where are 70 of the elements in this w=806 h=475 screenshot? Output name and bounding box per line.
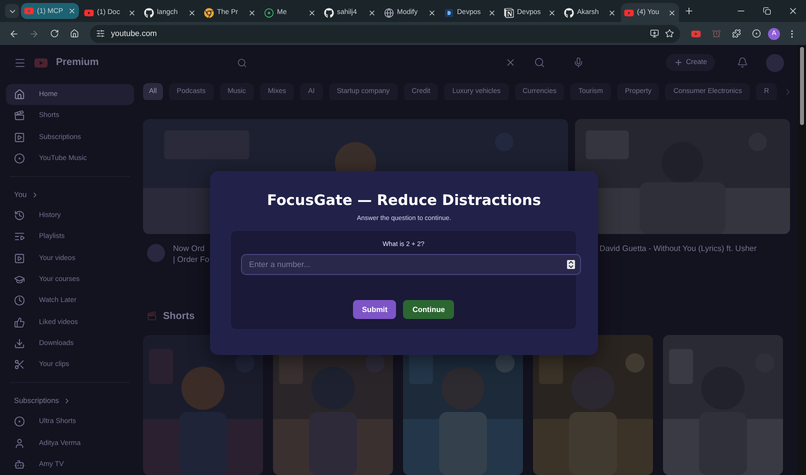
plus-icon <box>684 6 694 16</box>
youtube-logo-icon <box>624 8 634 18</box>
person-icon <box>14 438 25 449</box>
play-square-icon <box>14 132 25 143</box>
video-title[interactable]: | Order Fo <box>173 255 210 264</box>
search-icon[interactable] <box>534 57 545 68</box>
circle-icon <box>752 29 760 38</box>
github-logo-icon <box>144 8 154 18</box>
close-icon[interactable] <box>488 8 496 16</box>
close-icon[interactable] <box>668 8 676 16</box>
circle-icon <box>14 153 25 164</box>
house-icon <box>70 29 78 38</box>
address-bar[interactable]: youtube.com <box>90 24 680 42</box>
house-icon <box>14 89 25 100</box>
circle-icon <box>14 416 25 428</box>
youtube-logo-icon <box>691 28 701 38</box>
d-logo-icon <box>444 8 454 18</box>
mic-icon[interactable] <box>572 57 584 68</box>
search-icon[interactable] <box>236 58 247 68</box>
notion-logo-icon <box>504 8 514 18</box>
close-icon[interactable] <box>308 8 316 16</box>
clapperboard-icon <box>14 110 25 122</box>
github-logo-icon <box>324 8 334 18</box>
shorts-icon <box>147 311 157 322</box>
close-icon[interactable] <box>368 8 376 16</box>
bell-icon[interactable] <box>737 57 748 68</box>
download-icon <box>14 338 25 349</box>
video-title[interactable]: Now Ord <box>173 244 210 254</box>
video-title[interactable]: David Guetta - Without You (Lyrics) ft. Usher <box>600 244 757 254</box>
alarm-clock-icon <box>712 29 720 38</box>
youtube-logo-icon <box>24 6 34 16</box>
site-info-icon[interactable] <box>96 29 105 38</box>
thumbs-up-icon <box>14 316 25 328</box>
puzzle-icon <box>732 29 740 38</box>
close-icon[interactable] <box>428 8 436 16</box>
scrollbar[interactable] <box>798 45 806 475</box>
close-icon[interactable] <box>248 8 256 16</box>
close-icon <box>788 6 798 16</box>
plus-icon <box>674 58 683 67</box>
arrow-right-icon <box>29 28 39 38</box>
scissors-icon <box>14 359 25 370</box>
globe-icon <box>384 8 394 18</box>
chrome-logo-icon <box>204 8 214 18</box>
tab-list-button[interactable] <box>5 4 19 18</box>
clock-icon <box>14 295 25 306</box>
install-icon[interactable] <box>650 29 659 38</box>
spinner-icon[interactable] <box>567 260 575 269</box>
history-icon <box>14 210 25 222</box>
restore-icon <box>763 7 771 15</box>
number-field[interactable]: Enter a number... <box>241 254 581 275</box>
close-icon[interactable] <box>608 8 616 16</box>
youtube-logo-icon <box>34 56 48 70</box>
ring-icon <box>264 8 274 18</box>
graduation-cap-icon <box>14 274 25 286</box>
reload-icon <box>50 29 58 38</box>
play-square-icon <box>14 252 25 264</box>
menu-icon[interactable] <box>14 56 26 68</box>
section-title: Shorts <box>163 310 195 322</box>
playlist-icon <box>14 231 25 242</box>
robot-icon <box>14 458 25 470</box>
close-icon[interactable] <box>68 7 76 15</box>
close-icon[interactable] <box>188 8 196 16</box>
logo-text: Premium <box>56 57 99 68</box>
bookmark-star-icon[interactable] <box>665 29 674 38</box>
close-icon[interactable] <box>548 8 556 16</box>
dialog-title: FocusGate — Reduce Distractions <box>267 193 541 209</box>
arrow-left-icon <box>9 28 19 38</box>
youtube-logo-icon <box>84 8 94 18</box>
github-logo-icon <box>564 8 574 18</box>
close-icon[interactable] <box>128 8 136 16</box>
